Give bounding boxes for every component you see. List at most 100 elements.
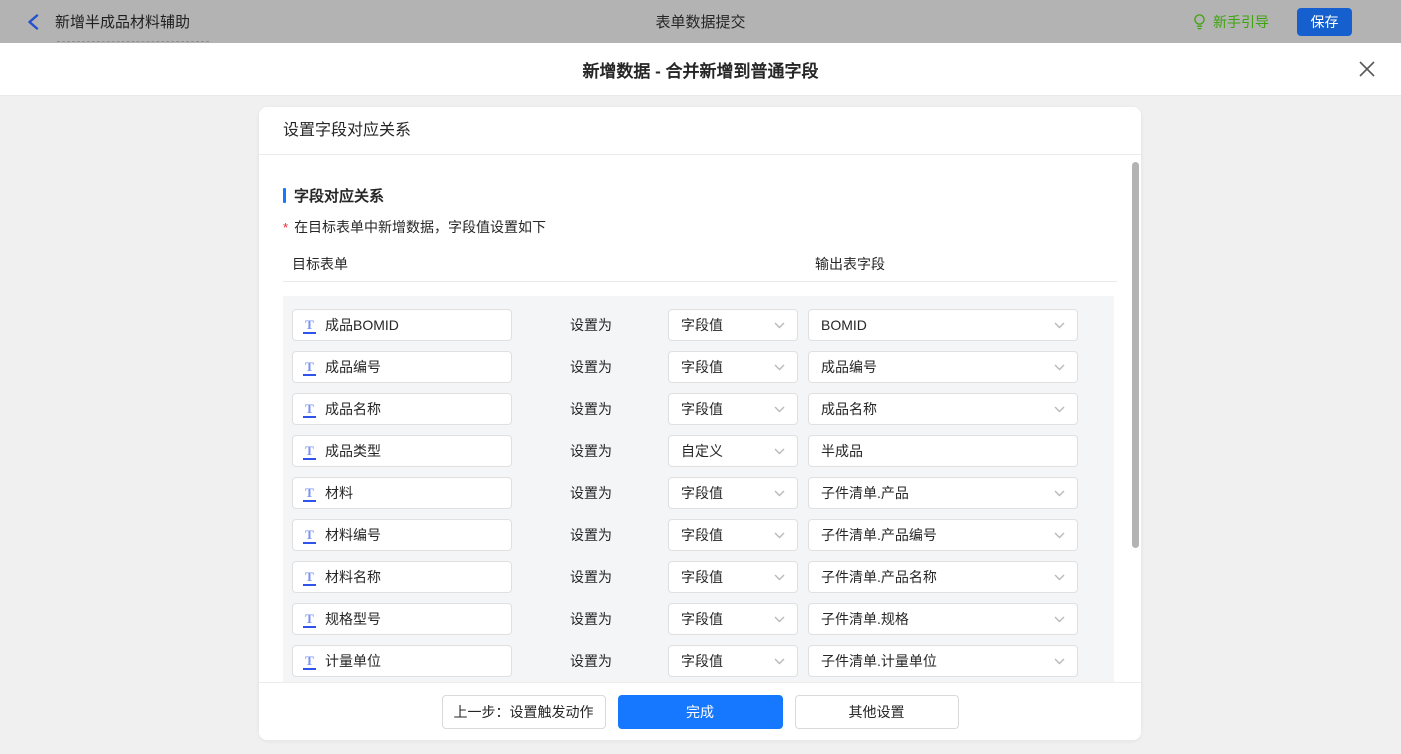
mode-select-value: 字段值: [681, 653, 723, 669]
value-text: 子件清单.计量单位: [821, 653, 937, 669]
target-field-label: 材料名称: [325, 569, 381, 585]
target-field-label: 成品BOMID: [325, 317, 399, 333]
text-field-icon: T: [303, 569, 316, 586]
previous-step-button[interactable]: 上一步：设置触发动作: [441, 694, 606, 729]
field-mapping-row: T 规格型号 设置为 字段值 子件清单.规格: [292, 603, 1114, 635]
section-accent-bar: [283, 188, 286, 203]
value-select[interactable]: 子件清单.产品: [808, 477, 1078, 509]
chevron-down-icon: [774, 616, 785, 622]
target-field-box[interactable]: T 成品编号: [292, 351, 512, 383]
field-mapping-row: T 成品类型 设置为 自定义 半成品: [292, 435, 1114, 467]
target-field-box[interactable]: T 材料编号: [292, 519, 512, 551]
back-button[interactable]: 新增半成品材料辅助: [26, 11, 190, 32]
target-field-box[interactable]: T 材料名称: [292, 561, 512, 593]
text-field-icon: T: [303, 317, 316, 334]
value-select[interactable]: 子件清单.计量单位: [808, 645, 1078, 677]
value-select[interactable]: 子件清单.产品名称: [808, 561, 1078, 593]
mode-select[interactable]: 字段值: [668, 645, 798, 677]
column-header-target-form: 目标表单: [292, 256, 348, 272]
field-mapping-card: 设置字段对应关系 字段对应关系 * 在目标表单中新增数据，字段值设置如下 目标表单…: [259, 107, 1141, 740]
mode-select-value: 字段值: [681, 569, 723, 585]
required-asterisk: *: [283, 220, 289, 235]
mode-select[interactable]: 字段值: [668, 477, 798, 509]
target-field-box[interactable]: T 成品类型: [292, 435, 512, 467]
target-field-label: 材料编号: [325, 527, 381, 543]
chevron-down-icon: [1054, 490, 1065, 496]
column-headers: 目标表单 输出表字段: [283, 254, 1117, 273]
mode-select[interactable]: 字段值: [668, 351, 798, 383]
value-select[interactable]: 成品名称: [808, 393, 1078, 425]
section-description: * 在目标表单中新增数据，字段值设置如下: [283, 217, 1141, 237]
done-button[interactable]: 完成: [617, 694, 783, 729]
other-settings-button[interactable]: 其他设置: [794, 694, 959, 729]
chevron-down-icon: [774, 364, 785, 370]
beginner-guide-button[interactable]: 新手引导: [1192, 12, 1269, 32]
target-field-box[interactable]: T 成品名称: [292, 393, 512, 425]
value-input[interactable]: 半成品: [808, 435, 1078, 467]
field-mapping-row: T 材料名称 设置为 字段值 子件清单.产品名称: [292, 561, 1114, 593]
target-field-box[interactable]: T 材料: [292, 477, 512, 509]
text-field-icon: T: [303, 359, 316, 376]
column-divider: [283, 281, 1117, 282]
vertical-scrollbar-thumb[interactable]: [1132, 162, 1139, 548]
mode-select[interactable]: 字段值: [668, 309, 798, 341]
mode-select-value: 字段值: [681, 317, 723, 333]
field-mapping-list: T 成品BOMID 设置为 字段值 BOMID T 成品编号 设置为 字段值 成品编号 T 成品名称设…: [283, 296, 1114, 695]
value-select[interactable]: 子件清单.产品编号: [808, 519, 1078, 551]
set-as-label: 设置为: [570, 359, 612, 375]
mode-select[interactable]: 自定义: [668, 435, 798, 467]
chevron-down-icon: [1054, 616, 1065, 622]
save-button[interactable]: 保存: [1297, 7, 1352, 36]
value-select[interactable]: 子件清单.规格: [808, 603, 1078, 635]
mode-select-value: 字段值: [681, 527, 723, 543]
mode-select-value: 字段值: [681, 485, 723, 501]
chevron-down-icon: [1054, 658, 1065, 664]
text-field-icon: T: [303, 611, 316, 628]
value-select[interactable]: 成品编号: [808, 351, 1078, 383]
chevron-down-icon: [1054, 406, 1065, 412]
flow-name-underline: [57, 41, 209, 42]
text-field-icon: T: [303, 401, 316, 418]
mode-select[interactable]: 字段值: [668, 561, 798, 593]
chevron-down-icon: [774, 658, 785, 664]
value-text: BOMID: [821, 317, 867, 333]
flow-name-label: 新增半成品材料辅助: [55, 14, 191, 31]
mode-select[interactable]: 字段值: [668, 519, 798, 551]
target-field-box[interactable]: T 规格型号: [292, 603, 512, 635]
target-field-box[interactable]: T 计量单位: [292, 645, 512, 677]
mode-select-value: 自定义: [681, 443, 723, 459]
value-select[interactable]: BOMID: [808, 309, 1078, 341]
beginner-guide-label: 新手引导: [1213, 13, 1269, 30]
section-title: 字段对应关系: [283, 185, 1141, 206]
target-field-label: 材料: [325, 485, 353, 501]
chevron-down-icon: [774, 448, 785, 454]
set-as-label: 设置为: [570, 653, 612, 669]
modal-title-bar: 新增数据 - 合并新增到普通字段: [0, 43, 1401, 96]
modal-title: 新增数据 - 合并新增到普通字段: [582, 61, 819, 81]
target-field-box[interactable]: T 成品BOMID: [292, 309, 512, 341]
text-field-icon: T: [303, 653, 316, 670]
node-type-title: 表单数据提交: [655, 14, 746, 31]
mode-select-value: 字段值: [681, 359, 723, 375]
target-field-label: 成品名称: [325, 401, 381, 417]
mode-select-value: 字段值: [681, 401, 723, 417]
close-icon[interactable]: [1358, 60, 1376, 78]
set-as-label: 设置为: [570, 611, 612, 627]
set-as-label: 设置为: [570, 527, 612, 543]
target-field-label: 成品类型: [325, 443, 381, 459]
column-header-output-fields: 输出表字段: [815, 256, 885, 272]
mode-select-value: 字段值: [681, 611, 723, 627]
chevron-left-icon: [26, 13, 40, 30]
chevron-down-icon: [1054, 322, 1065, 328]
set-as-label: 设置为: [570, 401, 612, 417]
mode-select[interactable]: 字段值: [668, 603, 798, 635]
card-title: 设置字段对应关系: [259, 107, 1141, 155]
field-mapping-row: T 成品编号 设置为 字段值 成品编号: [292, 351, 1114, 383]
chevron-down-icon: [774, 532, 785, 538]
mode-select[interactable]: 字段值: [668, 393, 798, 425]
top-app-bar: 新增半成品材料辅助 表单数据提交 新手引导 保存: [0, 0, 1401, 43]
set-as-label: 设置为: [570, 443, 612, 459]
field-mapping-row: T 材料编号 设置为 字段值 子件清单.产品编号: [292, 519, 1114, 551]
chevron-down-icon: [1054, 532, 1065, 538]
text-field-icon: T: [303, 527, 316, 544]
